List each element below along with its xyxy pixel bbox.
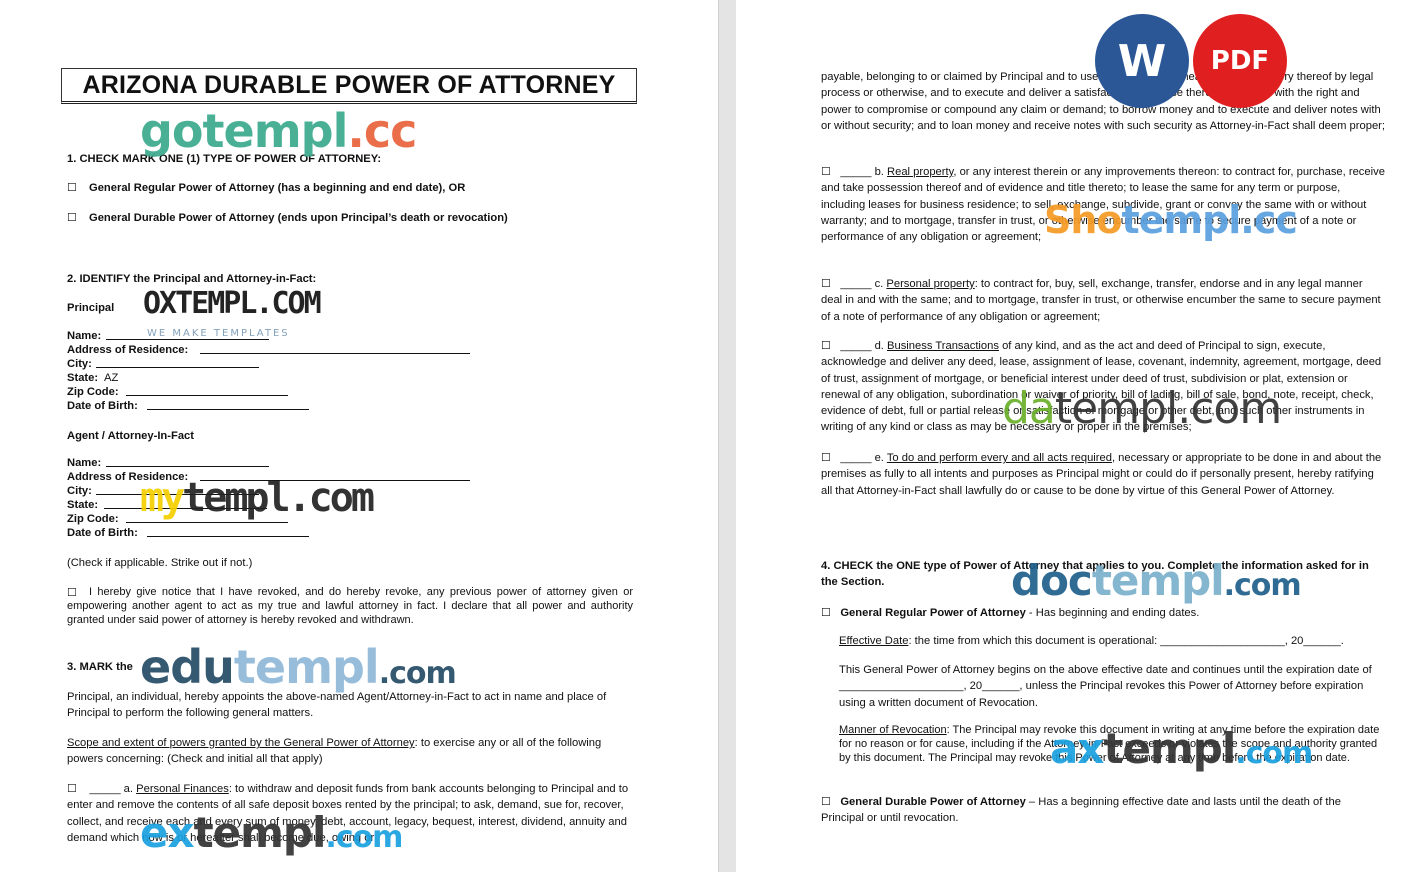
general-regular-option: ☐ General Regular Power of Attorney - Ha…: [821, 605, 1386, 621]
left-document-page: ARIZONA DURABLE POWER OF ATTORNEY 1. CHE…: [0, 0, 718, 872]
business-transactions-label: Business Transactions: [887, 340, 999, 352]
effective-date-paragraph: Effective Date: the time from which this…: [839, 633, 1387, 649]
business-transactions-initial: _____ d.: [840, 340, 884, 352]
general-regular-text: - Has beginning and ending dates.: [1025, 607, 1200, 619]
all-acts-initial: _____ e.: [840, 452, 884, 464]
right-document-page: payable, belonging to or claimed by Prin…: [736, 0, 1427, 872]
checkbox-personal-finances[interactable]: ☐: [67, 783, 77, 795]
edutempl-watermark: edutempl.com: [140, 640, 457, 694]
principal-zip-field[interactable]: [126, 384, 288, 396]
principal-dob-field[interactable]: [147, 398, 309, 410]
real-property-label: Real property: [887, 166, 954, 178]
personal-property-initial: _____ c.: [840, 278, 884, 290]
general-durable-label: General Durable Power of Attorney: [840, 796, 1026, 808]
business-transactions-paragraph: ☐ _____ d. Business Transactions of any …: [821, 338, 1386, 436]
section-2-heading: 2. IDENTIFY the Principal and Attorney-i…: [67, 273, 317, 285]
general-regular-label: General Regular Power of Attorney: [840, 607, 1026, 619]
personal-property-paragraph: ☐ _____ c. Personal property: to contrac…: [821, 276, 1386, 325]
checkbox-general-regular-section4[interactable]: ☐: [821, 607, 831, 619]
agent-name-field[interactable]: [106, 455, 269, 467]
begins-paragraph: This General Power of Attorney begins on…: [839, 664, 1372, 709]
business-transactions-text: of any kind, and as the act and deed of …: [821, 340, 1382, 434]
revocation-manner-paragraph: Manner of Revocation: The Principal may …: [839, 723, 1387, 765]
checkbox-all-acts[interactable]: ☐: [821, 452, 831, 464]
real-property-initial: _____ b.: [840, 166, 884, 178]
pdf-download-badge[interactable]: PDF: [1193, 14, 1287, 108]
personal-finances-label: Personal Finances: [136, 783, 229, 795]
section-3-heading: 3. MARK the: [67, 661, 133, 673]
option-general-regular: General Regular Power of Attorney (has a…: [89, 182, 466, 194]
section-4-heading: 4. CHECK the ONE type of Power of Attorn…: [821, 560, 1369, 589]
all-acts-label: To do and perform every and all acts req…: [886, 452, 1112, 464]
principal-name-field[interactable]: [106, 328, 269, 340]
all-acts-paragraph: ☐ _____ e. To do and perform every and a…: [821, 450, 1386, 499]
real-property-paragraph: ☐ _____ b. Real property, or any interes…: [821, 164, 1386, 245]
personal-property-label: Personal property: [886, 278, 975, 290]
page-gutter: [718, 0, 738, 872]
checkbox-general-durable-section4[interactable]: ☐: [821, 796, 831, 808]
personal-finances-initial: _____ a.: [89, 783, 134, 795]
personal-finances-paragraph: ☐ _____ a. Personal Finances: to withdra…: [67, 781, 633, 846]
checkbox-general-regular[interactable]: ☐: [67, 180, 77, 196]
principal-city-field[interactable]: [96, 356, 259, 368]
oxtempl-watermark: OXTEMPL.COM: [143, 286, 322, 321]
principal-dob-label: Date of Birth:: [67, 400, 138, 412]
checkbox-real-property[interactable]: ☐: [821, 166, 831, 178]
agent-dob-label: Date of Birth:: [67, 527, 138, 539]
gotempl-watermark: gotempl.cc: [140, 104, 417, 158]
effective-date-label: Effective Date: [839, 635, 909, 647]
principal-label: Principal: [67, 302, 115, 314]
checkbox-general-durable[interactable]: ☐: [67, 210, 77, 226]
checkbox-business-transactions[interactable]: ☐: [821, 340, 831, 352]
checkbox-personal-property[interactable]: ☐: [821, 278, 831, 290]
principal-address-field[interactable]: [200, 342, 470, 354]
agent-state-field[interactable]: [104, 497, 267, 509]
agent-address-field[interactable]: [200, 469, 470, 481]
appointment-paragraph: Principal, an individual, hereby appoint…: [67, 691, 607, 720]
revocation-paragraph: I hereby give notice that I have revoked…: [67, 586, 633, 626]
agent-label: Agent / Attorney-In-Fact: [67, 430, 194, 442]
section-1-heading: 1. CHECK MARK ONE (1) TYPE OF POWER OF A…: [67, 153, 382, 165]
scope-heading: Scope and extent of powers granted by th…: [67, 737, 415, 749]
check-note: (Check if applicable. Strike out if not.…: [67, 557, 253, 569]
document-title: ARIZONA DURABLE POWER OF ATTORNEY: [61, 68, 637, 104]
manner-of-revocation-label: Manner of Revocation: [839, 724, 947, 736]
agent-city-field[interactable]: [96, 483, 259, 495]
general-durable-option: ☐ General Durable Power of Attorney – Ha…: [821, 794, 1386, 827]
agent-dob-field[interactable]: [147, 525, 309, 537]
word-download-badge[interactable]: W: [1095, 14, 1189, 108]
agent-zip-field[interactable]: [126, 511, 288, 523]
effective-date-text: : the time from which this document is o…: [908, 635, 1344, 647]
scope-paragraph: Scope and extent of powers granted by th…: [67, 735, 633, 768]
option-general-durable: General Durable Power of Attorney (ends …: [89, 212, 508, 224]
